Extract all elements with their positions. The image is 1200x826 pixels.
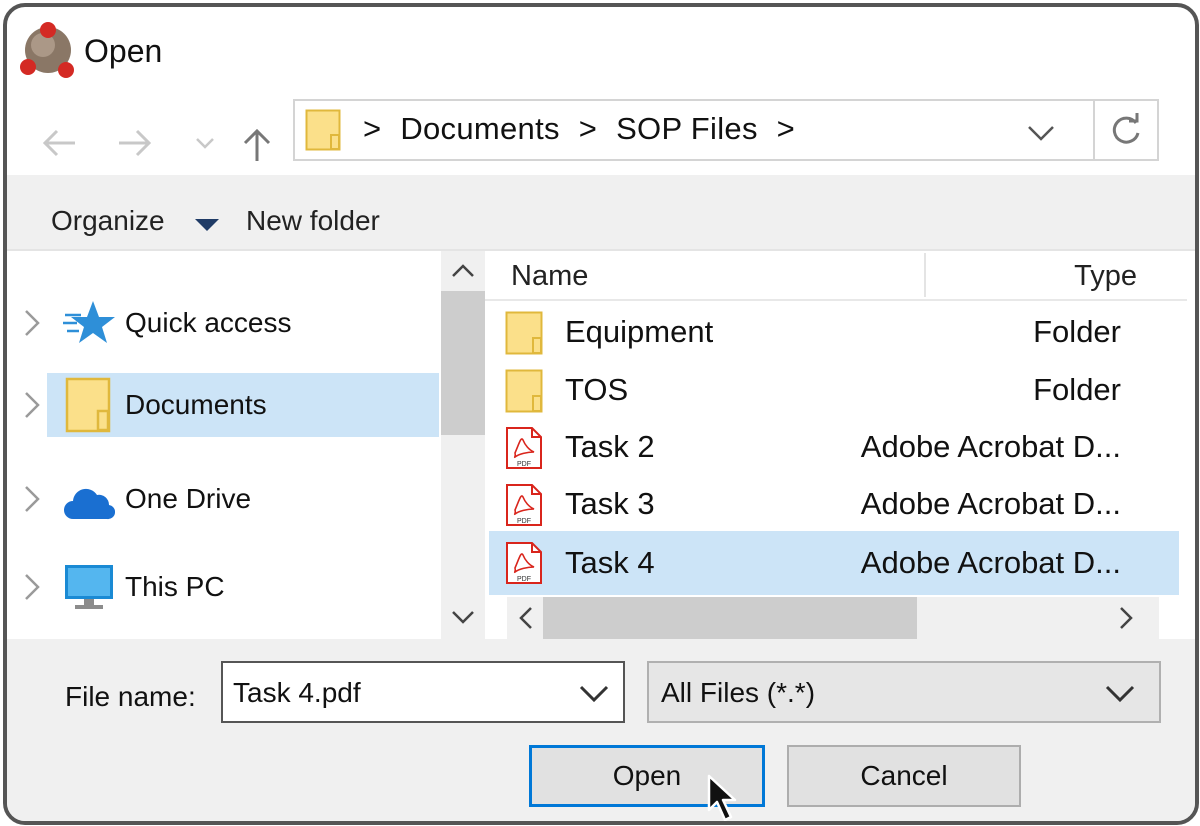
file-type-select[interactable]: All Files (*.*): [647, 661, 1161, 723]
file-row-task-3[interactable]: PDF Task 3 Adobe Acrobat D...: [489, 475, 1179, 533]
nav-item-label: Documents: [125, 389, 267, 420]
file-type: Folder: [1033, 314, 1121, 349]
arrow-left-icon: [42, 129, 75, 157]
file-type: Adobe Acrobat D...: [860, 486, 1121, 521]
back-button[interactable]: [35, 119, 83, 167]
command-toolbar: Organize New folder: [7, 175, 1195, 251]
file-type: Adobe Acrobat D...: [860, 545, 1121, 580]
file-name-label: File name:: [65, 681, 196, 712]
chevron-left-icon[interactable]: [511, 602, 541, 634]
caret-down-icon[interactable]: [193, 217, 221, 233]
cancel-button[interactable]: Cancel: [787, 745, 1021, 807]
organize-menu[interactable]: Organize: [51, 205, 165, 237]
pdf-icon: PDF: [506, 484, 542, 526]
file-type: Adobe Acrobat D...: [860, 429, 1121, 464]
file-type: Folder: [1033, 372, 1121, 407]
file-row-equipment[interactable]: Equipment Folder: [489, 303, 1179, 361]
breadcrumb-separator[interactable]: >: [579, 111, 597, 146]
navigation-pane: Quick access Documents One Drive This PC: [7, 251, 441, 639]
chevron-right-icon[interactable]: [1111, 602, 1141, 634]
file-row-task-2[interactable]: PDF Task 2 Adobe Acrobat D...: [489, 418, 1179, 476]
chevron-right-icon[interactable]: [19, 387, 45, 423]
file-name: Task 3: [565, 486, 655, 521]
new-folder-button[interactable]: New folder: [246, 205, 380, 237]
scrollbar-thumb[interactable]: [441, 291, 485, 435]
nav-pane-scrollbar[interactable]: [441, 251, 485, 639]
arrow-right-icon: [119, 129, 152, 157]
file-name: TOS: [565, 372, 629, 407]
breadcrumb-sop-files[interactable]: SOP Files: [616, 111, 758, 146]
svg-text:PDF: PDF: [517, 518, 531, 525]
address-bar[interactable]: > Documents > SOP Files >: [293, 99, 1095, 161]
file-name-input[interactable]: Task 4.pdf: [221, 661, 625, 723]
open-dialog: Open > Documents > SOP Files > Organize …: [3, 3, 1199, 825]
file-name: Task 4: [565, 545, 655, 580]
file-name-value[interactable]: Task 4.pdf: [233, 677, 361, 709]
svg-text:PDF: PDF: [517, 461, 531, 468]
refresh-button[interactable]: [1093, 99, 1159, 161]
nav-item-one-drive[interactable]: One Drive: [25, 467, 439, 531]
file-row-tos[interactable]: TOS Folder: [489, 361, 1179, 419]
chevron-down-icon[interactable]: [1023, 115, 1059, 151]
file-list: Name Type Equipment Folder TOS Folder PD…: [485, 251, 1187, 597]
chevron-down-icon[interactable]: [577, 678, 611, 708]
chevron-up-icon[interactable]: [447, 255, 479, 287]
chevron-down-icon[interactable]: [447, 601, 479, 633]
breadcrumb-documents[interactable]: Documents: [400, 111, 560, 146]
arrow-up-icon: [243, 128, 271, 161]
file-name: Task 2: [565, 429, 655, 464]
window-title: Open: [84, 33, 163, 69]
chevron-down-icon[interactable]: [1103, 678, 1137, 708]
up-button[interactable]: [233, 119, 281, 167]
folder-icon: [505, 369, 543, 413]
breadcrumb-separator[interactable]: >: [777, 111, 795, 146]
mouse-cursor-icon: [707, 774, 737, 821]
file-row-task-4[interactable]: PDF Task 4 Adobe Acrobat D...: [489, 531, 1179, 595]
folder-icon: [505, 311, 543, 355]
forward-button[interactable]: [111, 119, 159, 167]
chevron-right-icon[interactable]: [19, 481, 45, 517]
pdf-icon: PDF: [506, 542, 542, 584]
nav-item-quick-access[interactable]: Quick access: [25, 291, 439, 355]
app-logo-icon: [20, 22, 74, 78]
column-divider[interactable]: [924, 253, 926, 297]
column-header: Name Type: [485, 251, 1187, 301]
breadcrumb: > Documents > SOP Files >: [363, 111, 805, 147]
cloud-icon: [64, 488, 115, 520]
file-list-scrollbar[interactable]: [507, 597, 1159, 639]
scrollbar-thumb[interactable]: [543, 597, 917, 639]
breadcrumb-separator[interactable]: >: [363, 111, 381, 146]
nav-item-label: Quick access: [125, 307, 292, 338]
title-bar: Open: [7, 7, 1195, 95]
file-name: Equipment: [565, 314, 714, 349]
folder-icon: [305, 109, 341, 151]
recent-locations-button[interactable]: [183, 119, 231, 167]
star-icon: [63, 301, 115, 343]
svg-text:PDF: PDF: [517, 576, 531, 583]
monitor-icon: [65, 565, 113, 609]
file-type-value: All Files (*.*): [661, 677, 816, 708]
chevron-down-icon: [196, 138, 214, 149]
column-name-header[interactable]: Name: [511, 260, 588, 293]
pdf-icon: PDF: [506, 427, 542, 469]
column-type-header[interactable]: Type: [1074, 260, 1137, 293]
nav-item-this-pc[interactable]: This PC: [25, 555, 439, 619]
chevron-right-icon[interactable]: [19, 569, 45, 605]
refresh-icon: [1112, 113, 1140, 144]
nav-item-documents[interactable]: Documents: [25, 373, 439, 437]
folder-icon: [65, 377, 111, 433]
nav-item-label: One Drive: [125, 483, 252, 514]
nav-item-label: This PC: [125, 571, 225, 602]
dialog-footer: File name: Task 4.pdf All Files (*.*) Op…: [7, 639, 1195, 821]
chevron-right-icon[interactable]: [19, 305, 45, 341]
